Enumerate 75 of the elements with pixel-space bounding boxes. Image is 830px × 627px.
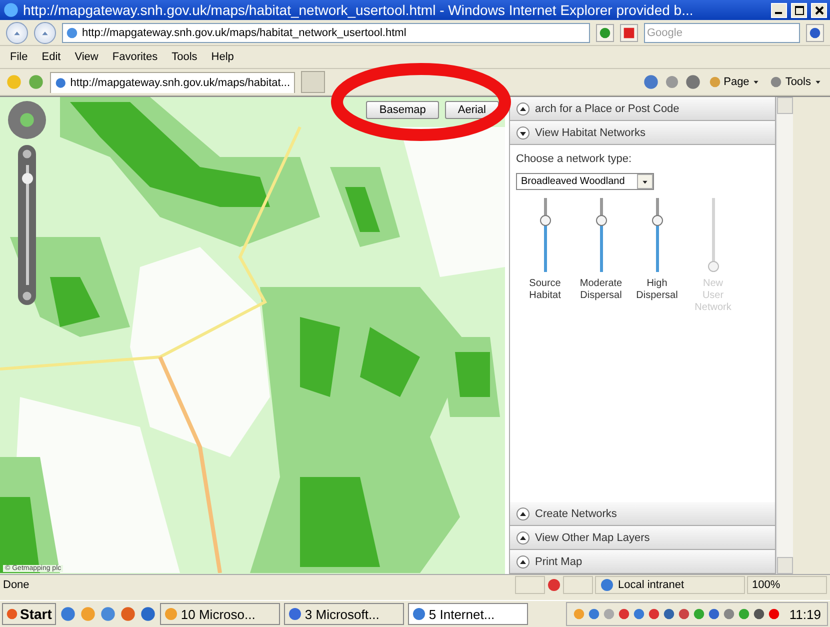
tray-icon[interactable] bbox=[633, 608, 646, 620]
tray-icon[interactable] bbox=[768, 608, 780, 620]
tray-icon[interactable] bbox=[648, 608, 660, 620]
quick-launch-icon[interactable] bbox=[120, 606, 136, 622]
slider-thumb[interactable] bbox=[540, 215, 550, 226]
collapsed-icon bbox=[516, 102, 530, 116]
collapsed-icon bbox=[516, 530, 530, 544]
status-pane bbox=[515, 576, 545, 594]
stop-icon bbox=[623, 26, 635, 38]
menu-item[interactable]: Help bbox=[207, 51, 238, 63]
slider-thumb[interactable] bbox=[652, 215, 662, 226]
app-icon bbox=[164, 607, 178, 621]
search-field[interactable]: Google bbox=[644, 22, 800, 42]
app-icon bbox=[288, 607, 302, 621]
taskbar-button[interactable]: 10 Microso... bbox=[160, 603, 280, 625]
zoom-in-icon bbox=[22, 149, 32, 159]
quick-launch-icon[interactable] bbox=[60, 606, 76, 622]
accordion-header[interactable]: Create Networks bbox=[510, 502, 775, 526]
network-type-dropdown[interactable]: Broadleaved Woodland bbox=[516, 173, 654, 190]
tray-icon[interactable] bbox=[708, 608, 720, 620]
search-button[interactable] bbox=[806, 24, 824, 42]
expanded-icon bbox=[516, 126, 530, 140]
collapsed-icon bbox=[516, 506, 530, 520]
zoom-level-button[interactable]: 100% bbox=[747, 576, 827, 594]
maximize-icon bbox=[794, 6, 804, 14]
minimize-button[interactable] bbox=[771, 2, 787, 18]
menu-item[interactable]: Tools bbox=[168, 51, 202, 63]
menu-item[interactable]: File bbox=[6, 51, 32, 63]
accordion-header[interactable]: View Other Map Layers bbox=[510, 526, 775, 550]
app-icon bbox=[412, 607, 426, 621]
status-pane bbox=[563, 576, 593, 594]
window-title: http://mapgateway.snh.gov.uk/maps/habitat_network_usertool.html - Windows Internet Explorer provided b... bbox=[23, 2, 694, 18]
back-button[interactable] bbox=[6, 22, 28, 44]
browser-tab[interactable]: http://mapgateway.snh.gov.uk/maps/habitat... bbox=[50, 72, 295, 92]
forward-button[interactable] bbox=[34, 22, 56, 44]
tray-icon[interactable] bbox=[678, 608, 690, 620]
caret-icon bbox=[814, 78, 822, 86]
slider-label: Source Habitat bbox=[528, 278, 562, 302]
close-icon bbox=[814, 6, 824, 14]
close-button[interactable] bbox=[811, 2, 827, 18]
accordion-header[interactable]: arch for a Place or Post Code bbox=[510, 97, 775, 121]
zoom-slider[interactable] bbox=[18, 145, 36, 305]
zone-text: Local intranet bbox=[618, 578, 684, 590]
stop-button[interactable] bbox=[620, 24, 638, 42]
status-text: Done bbox=[3, 578, 30, 590]
map-type-button[interactable]: Basemap bbox=[366, 101, 439, 119]
toolbar-button[interactable]: Page bbox=[706, 76, 762, 88]
field-label: Choose a network type: bbox=[516, 153, 633, 165]
zoom-out-icon bbox=[22, 291, 32, 301]
caret-icon bbox=[752, 78, 760, 86]
maximize-button[interactable] bbox=[791, 2, 807, 18]
tray-icon[interactable] bbox=[723, 608, 736, 620]
tray-icon[interactable] bbox=[588, 608, 600, 620]
toolbar-button[interactable]: Tools bbox=[768, 76, 824, 88]
slider-label: Moderate Dispersal bbox=[580, 278, 622, 302]
menu-item[interactable]: Favorites bbox=[108, 51, 162, 63]
slider-label: High Dispersal bbox=[636, 278, 678, 302]
menu-item[interactable]: Edit bbox=[38, 51, 65, 63]
address-field[interactable]: http://mapgateway.snh.gov.uk/maps/habitat_network_usertool.html bbox=[62, 22, 590, 42]
clock-text: 11:19 bbox=[789, 606, 821, 622]
zoom-thumb[interactable] bbox=[22, 173, 32, 184]
taskbar-button[interactable]: 3 Microsoft... bbox=[284, 603, 404, 625]
menu-item[interactable]: View bbox=[70, 51, 102, 63]
collapsed-icon bbox=[516, 554, 530, 568]
quick-launch-icon[interactable] bbox=[140, 606, 156, 622]
tray-icon[interactable] bbox=[618, 608, 630, 620]
accordion-header[interactable]: View Habitat Networks bbox=[510, 121, 775, 145]
refresh-button[interactable] bbox=[596, 24, 614, 42]
quick-launch-icon[interactable] bbox=[100, 606, 116, 622]
accordion-header[interactable]: Print Map bbox=[510, 550, 775, 574]
tray-icon[interactable] bbox=[753, 608, 766, 620]
taskbar-button[interactable]: 5 Internet... bbox=[408, 603, 528, 625]
tray-icon[interactable] bbox=[663, 608, 676, 620]
slider-thumb[interactable] bbox=[596, 215, 606, 226]
start-button[interactable]: Start bbox=[2, 603, 56, 625]
